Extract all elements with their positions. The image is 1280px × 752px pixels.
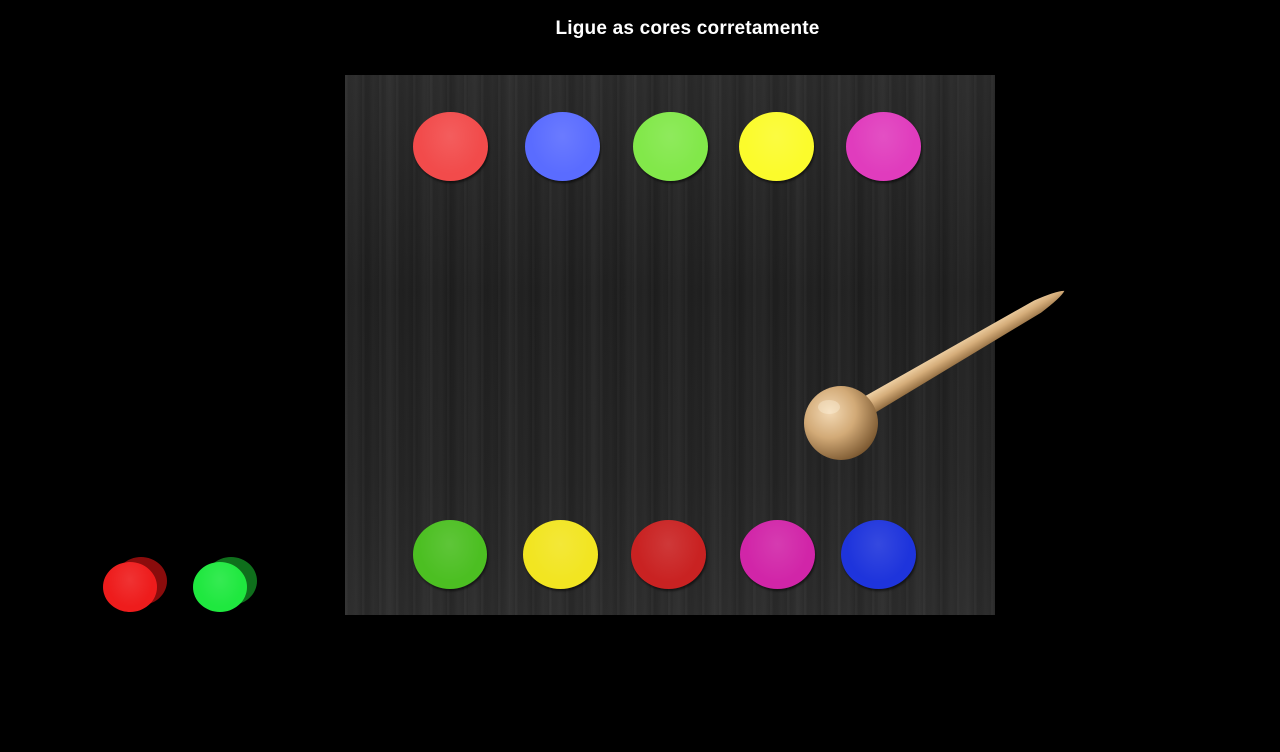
- mallet-highlight: [818, 400, 840, 414]
- wooden-mallet-icon[interactable]: [0, 0, 1280, 752]
- game-screen: Ligue as cores corretamente: [0, 0, 1280, 752]
- mallet-handle: [846, 290, 1065, 424]
- mallet-head: [804, 386, 878, 460]
